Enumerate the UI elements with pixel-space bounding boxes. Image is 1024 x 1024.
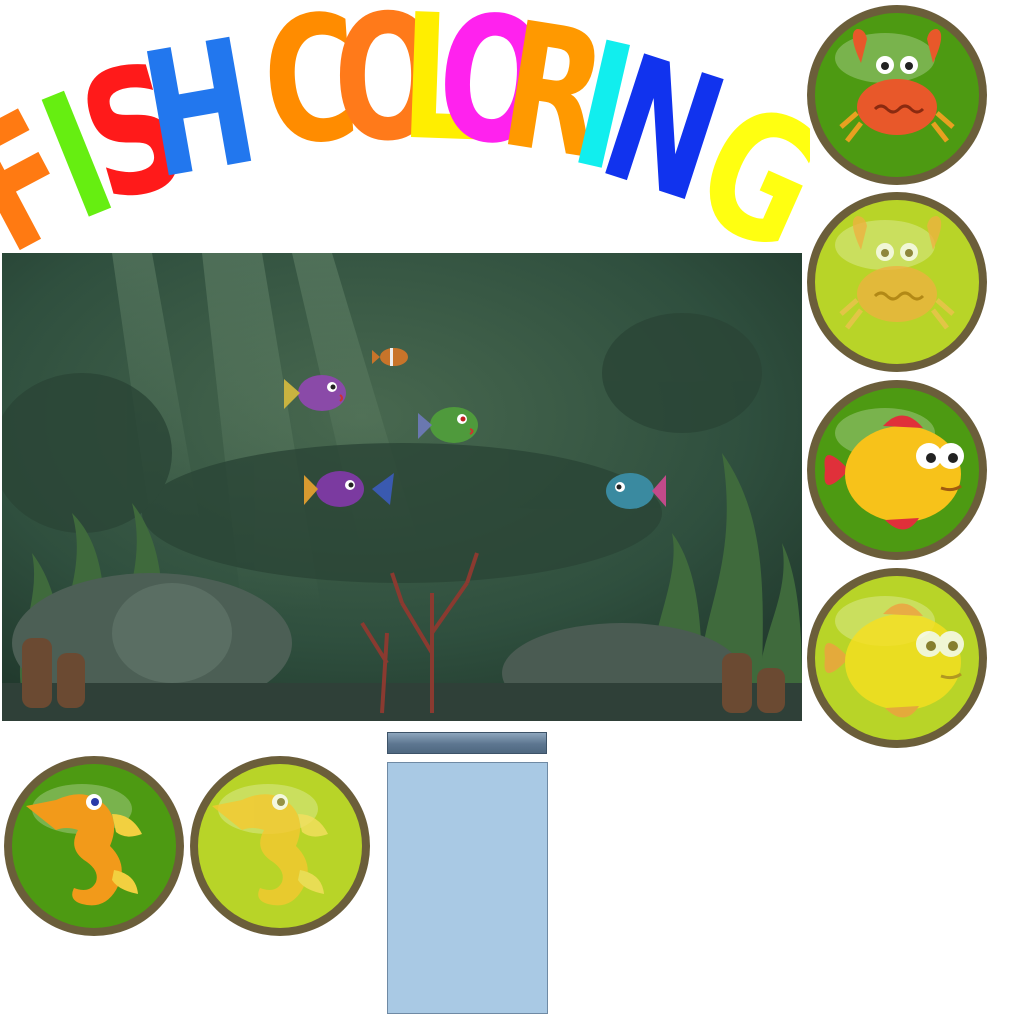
- game-title: FISHCOLORING: [0, 0, 810, 260]
- crab-button-hover[interactable]: [805, 190, 989, 374]
- crab-button[interactable]: [805, 3, 989, 187]
- goldfish-button-hover[interactable]: [805, 566, 989, 750]
- seahorse-button-hover[interactable]: [188, 754, 372, 938]
- goldfish-button[interactable]: [805, 378, 989, 562]
- panel-body: [387, 762, 548, 1014]
- aquarium-scene[interactable]: [2, 253, 802, 721]
- panel-header-bar[interactable]: [387, 732, 547, 754]
- seahorse-button[interactable]: [2, 754, 186, 938]
